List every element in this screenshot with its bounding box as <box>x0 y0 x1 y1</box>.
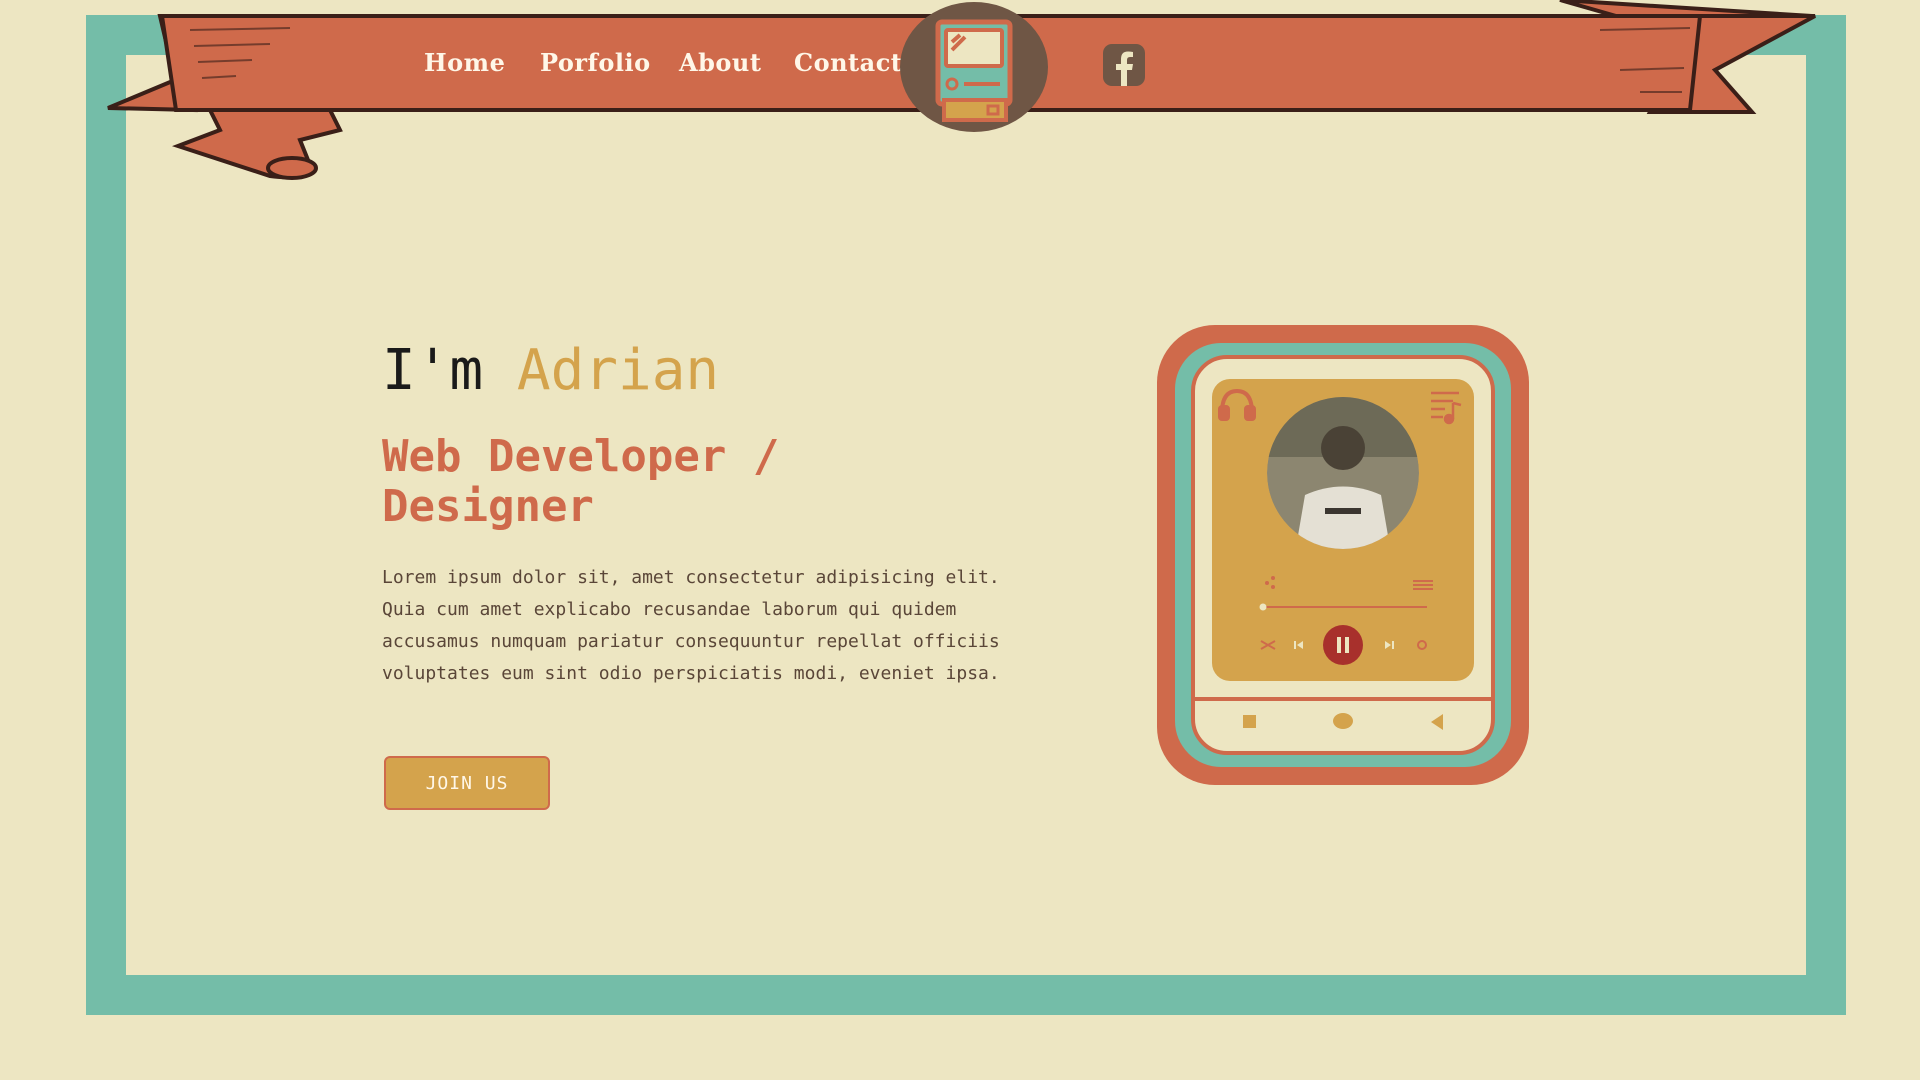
square-icon <box>1243 715 1256 728</box>
nav-portfolio[interactable]: Porfolio <box>540 48 651 77</box>
phone-mockup <box>1157 325 1529 785</box>
circle-icon <box>1333 713 1353 729</box>
progress-knob <box>1259 603 1267 611</box>
hero-name: Adrian <box>516 338 720 403</box>
hero-greeting: I'm Adrian <box>382 338 719 403</box>
logo-badge[interactable] <box>900 2 1048 132</box>
nav-about[interactable]: About <box>679 48 761 77</box>
greeting-text: I'm <box>382 338 517 403</box>
content-area <box>126 55 1806 975</box>
facebook-icon[interactable] <box>1103 44 1145 86</box>
nav-home[interactable]: Home <box>424 48 505 77</box>
hero-description: Lorem ipsum dolor sit, amet consectetur … <box>382 567 1000 684</box>
join-us-button[interactable]: JOIN US <box>384 756 550 810</box>
pause-icon <box>1323 625 1363 665</box>
hero-role: Web Developer / Designer <box>382 431 780 532</box>
retro-computer-icon <box>935 19 1013 122</box>
nav-contact[interactable]: Contact <box>794 48 902 77</box>
